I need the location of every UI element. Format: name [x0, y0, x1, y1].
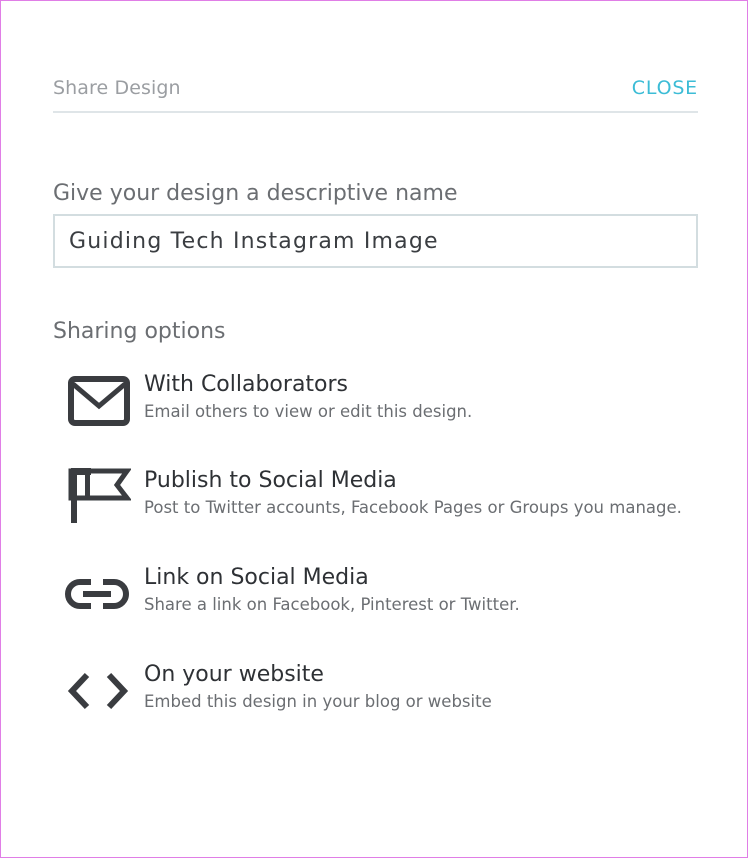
share-design-dialog: Share Design CLOSE Give your design a de…: [0, 0, 748, 858]
option-description: Embed this design in your blog or websit…: [144, 692, 492, 711]
option-title: With Collaborators: [144, 372, 349, 397]
option-description: Email others to view or edit this design…: [144, 402, 473, 421]
code-icon: [67, 672, 129, 710]
share-option-website[interactable]: On your website Embed this design in you…: [65, 662, 695, 732]
option-description: Share a link on Facebook, Pinterest or T…: [144, 595, 520, 614]
flag-icon: [68, 468, 131, 523]
design-name-label: Give your design a descriptive name: [53, 181, 458, 206]
envelope-icon: [68, 376, 130, 426]
share-option-link-social[interactable]: Link on Social Media Share a link on Fac…: [65, 565, 695, 635]
design-name-input[interactable]: [53, 214, 698, 268]
link-icon: [65, 579, 129, 609]
option-description: Post to Twitter accounts, Facebook Pages…: [144, 498, 682, 517]
dialog-title: Share Design: [53, 77, 181, 99]
share-option-collaborators[interactable]: With Collaborators Email others to view …: [65, 372, 695, 442]
sharing-options-label: Sharing options: [53, 319, 226, 344]
option-title: Publish to Social Media: [144, 468, 397, 493]
option-title: On your website: [144, 662, 324, 687]
option-title: Link on Social Media: [144, 565, 369, 590]
share-option-publish-social[interactable]: Publish to Social Media Post to Twitter …: [65, 468, 695, 538]
dialog-header: Share Design CLOSE: [53, 73, 698, 113]
close-button[interactable]: CLOSE: [632, 77, 698, 99]
